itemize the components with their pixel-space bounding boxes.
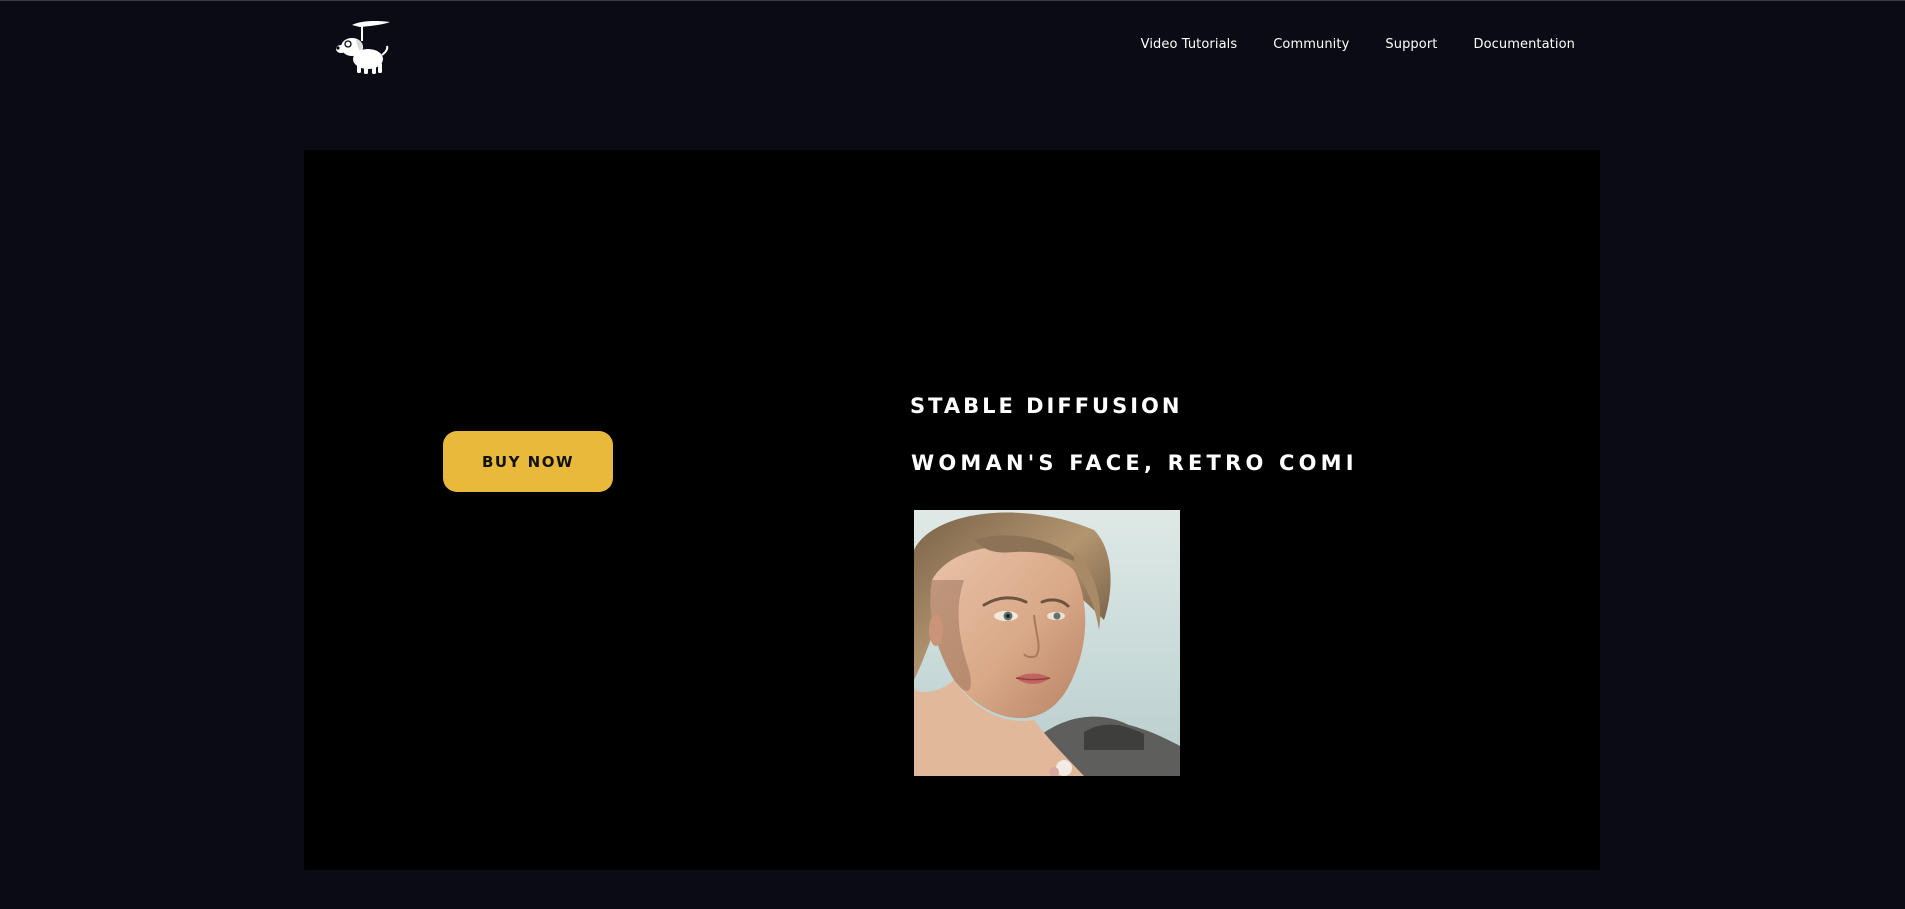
nav-link-documentation[interactable]: Documentation: [1473, 37, 1575, 52]
dog-propeller-logo[interactable]: [330, 19, 396, 75]
buy-now-button[interactable]: BUY NOW: [443, 431, 613, 492]
hero-headline-model: STABLE DIFFUSION: [910, 394, 1183, 418]
nav-link-video-tutorials[interactable]: Video Tutorials: [1141, 37, 1238, 52]
top-navbar: Video Tutorials Community Support Docume…: [0, 1, 1905, 91]
nav-link-support[interactable]: Support: [1385, 37, 1437, 52]
nav-link-community[interactable]: Community: [1273, 37, 1349, 52]
woman-portrait-image: [914, 510, 1180, 776]
hero-section: BUY NOW STABLE DIFFUSION WOMAN'S FACE, R…: [304, 150, 1600, 870]
hero-headline-prompt: WOMAN'S FACE, RETRO COMI: [911, 451, 1358, 475]
main-navigation: Video Tutorials Community Support Docume…: [1141, 37, 1575, 52]
